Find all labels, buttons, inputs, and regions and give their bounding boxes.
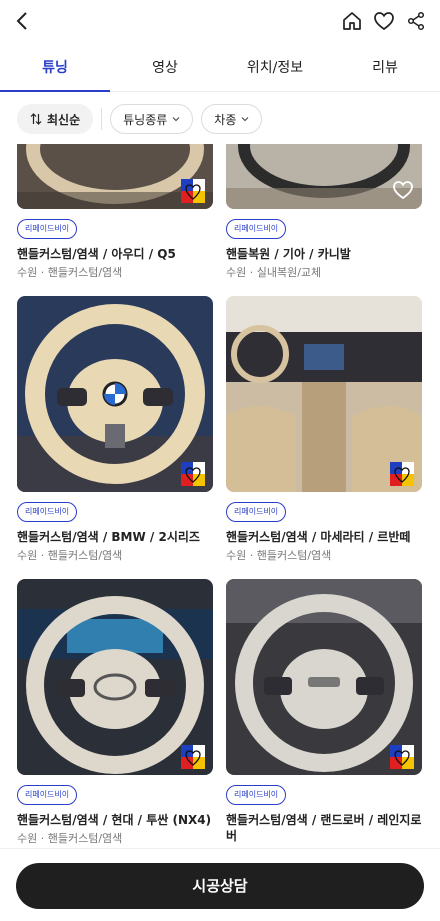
shop-badge: 리페이드비이 — [226, 785, 287, 805]
heart-outline-icon[interactable] — [392, 179, 414, 201]
list-item[interactable]: 리페이드비이 핸들커스텀/염색 / 아우디 / Q5 수원 · 핸들커스텀/염색 — [17, 144, 213, 280]
chevron-down-icon — [172, 117, 180, 122]
tab-reviews[interactable]: 리뷰 — [330, 46, 440, 91]
shop-badge: 리페이드비이 — [17, 219, 78, 239]
list-item[interactable]: 리페이드비이 핸들커스텀/염색 / BMW / 2시리즈 수원 · 핸들커스텀/… — [17, 296, 213, 563]
shop-badge: 리페이드비이 — [17, 502, 78, 522]
thumbnail-image — [17, 579, 213, 775]
thumbnail-image — [226, 144, 422, 209]
thumbnail-image — [226, 579, 422, 775]
tuning-grid: 리페이드비이 핸들커스텀/염색 / 아우디 / Q5 수원 · 핸들커스텀/염색… — [0, 144, 440, 848]
share-icon — [407, 11, 425, 31]
bottom-cta-bar: 시공상담 — [0, 848, 440, 921]
list-item[interactable]: 리페이드비이 핸들커스텀/염색 / 현대 / 투싼 (NX4) 수원 · 핸들커… — [17, 579, 213, 846]
brand-logo-icon — [390, 745, 414, 769]
tuning-type-label: 튜닝종류 — [123, 112, 168, 127]
card-title: 핸들커스텀/염색 / 아우디 / Q5 — [17, 247, 176, 261]
home-button[interactable] — [340, 8, 364, 34]
shop-badge: 리페이드비이 — [226, 502, 287, 522]
tab-bar: 튜닝 영상 위치/정보 리뷰 — [0, 46, 440, 92]
tab-video[interactable]: 영상 — [110, 46, 220, 91]
tab-tuning[interactable]: 튜닝 — [0, 46, 110, 92]
car-type-label: 차종 — [214, 112, 237, 127]
thumbnail-image — [226, 296, 422, 492]
card-title: 핸들커스텀/염색 / 랜드로버 / 레인지로버 — [226, 813, 422, 843]
list-item[interactable]: 리페이드비이 핸들커스텀/염색 / 마세라티 / 르반떼 수원 · 핸들커스텀/… — [226, 296, 422, 563]
sort-icon — [30, 113, 42, 125]
filter-row: 최신순 튜닝종류 차종 — [0, 102, 440, 136]
sort-button[interactable]: 최신순 — [17, 104, 94, 134]
brand-logo-icon — [181, 462, 205, 486]
consult-button[interactable]: 시공상담 — [16, 863, 424, 909]
list-item[interactable]: 리페이드비이 핸들복원 / 기아 / 카니발 수원 · 실내복원/교체 — [226, 144, 422, 280]
heart-outline-icon — [374, 12, 394, 31]
card-subtitle: 수원 · 핸들커스텀/염색 — [226, 549, 332, 562]
card-title: 핸들커스텀/염색 / BMW / 2시리즈 — [17, 530, 200, 544]
thumbnail-image — [17, 296, 213, 492]
shop-badge: 리페이드비이 — [226, 219, 287, 239]
filter-divider — [101, 108, 103, 130]
card-subtitle: 수원 · 핸들커스텀/염색 — [17, 266, 123, 279]
car-type-dropdown[interactable]: 차종 — [201, 104, 263, 134]
brand-logo-icon — [390, 462, 414, 486]
share-button[interactable] — [404, 8, 428, 34]
shop-badge: 리페이드비이 — [17, 785, 78, 805]
card-title: 핸들커스텀/염색 / 현대 / 투싼 (NX4) — [17, 813, 212, 827]
back-button[interactable] — [10, 8, 36, 34]
brand-logo-icon — [181, 179, 205, 203]
chevron-down-icon — [242, 117, 249, 122]
card-title: 핸들커스텀/염색 / 마세라티 / 르반떼 — [226, 530, 411, 544]
tuning-type-dropdown[interactable]: 튜닝종류 — [110, 104, 194, 134]
header-actions — [340, 8, 428, 34]
tab-location-info[interactable]: 위치/정보 — [220, 46, 330, 91]
list-item[interactable]: 리페이드비이 핸들커스텀/염색 / 랜드로버 / 레인지로버 — [226, 579, 422, 844]
card-subtitle: 수원 · 실내복원/교체 — [226, 266, 322, 279]
sort-label: 최신순 — [47, 112, 81, 127]
chevron-left-icon — [16, 12, 27, 30]
top-bar — [0, 0, 440, 44]
card-subtitle: 수원 · 핸들커스텀/염색 — [17, 832, 123, 845]
favorite-button[interactable] — [372, 8, 396, 34]
home-icon — [343, 12, 361, 30]
thumbnail-image — [17, 144, 213, 209]
card-subtitle: 수원 · 핸들커스텀/염색 — [17, 549, 123, 562]
brand-logo-icon — [181, 745, 205, 769]
card-title: 핸들복원 / 기아 / 카니발 — [226, 247, 351, 261]
